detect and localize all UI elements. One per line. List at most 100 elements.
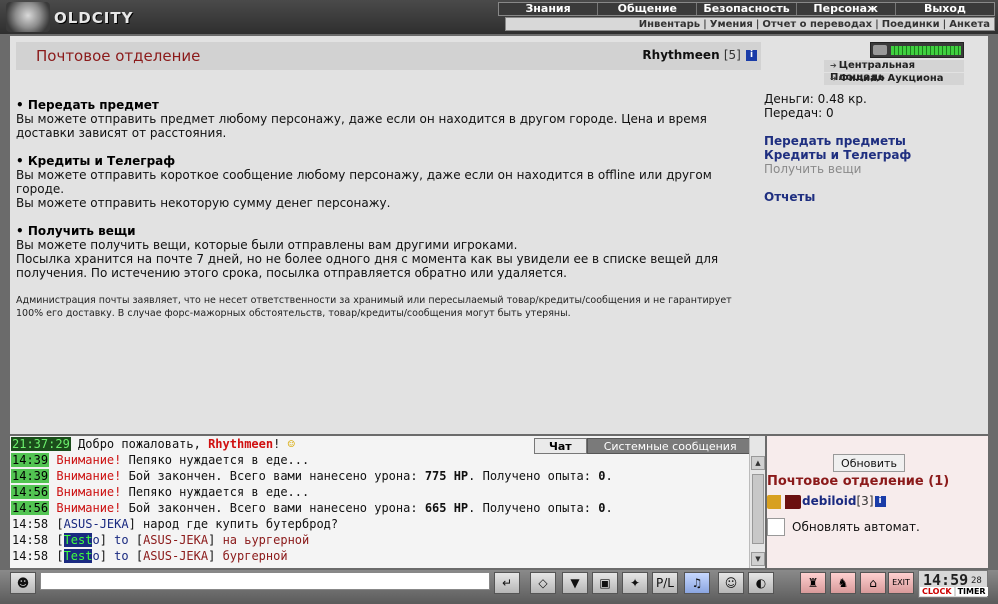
subnav-inventory[interactable]: Инвентарь: [639, 19, 700, 30]
chat-text: !: [273, 437, 288, 451]
auto-refresh-checkbox[interactable]: [767, 518, 785, 536]
bottom-toolbar: ☻ ↵ ◇ ▼ ▣ ✦ P/L ♫ ☺ ◐ ♜ ♞ ⌂ EXIT 14:59 2…: [0, 570, 998, 604]
subnav-duels[interactable]: Поединки: [882, 19, 940, 30]
info-icon[interactable]: i: [746, 50, 757, 61]
eraser-icon[interactable]: ◇: [530, 572, 556, 594]
location-auction-branch[interactable]: Филиал Аукциона: [824, 73, 964, 85]
chat-scrollbar[interactable]: ▲ ▼: [749, 436, 765, 568]
chat-text: Пепяко нуждается в еде...: [121, 485, 310, 499]
auto-refresh-option[interactable]: Обновлять автомат.: [767, 518, 920, 536]
nav-communication[interactable]: Общение: [597, 3, 696, 15]
chat-timestamp[interactable]: 14:56: [11, 501, 50, 515]
chat-text: Бой закончен. Всего вами нанесено урона:: [121, 501, 425, 515]
chat-input[interactable]: [40, 572, 490, 590]
room-title: Почтовое отделение (1): [767, 474, 950, 489]
lock-icon[interactable]: ⌂: [860, 572, 886, 594]
transfers-value: Передач: 0: [764, 106, 834, 120]
chat-username[interactable]: ASUS-JEKA: [143, 533, 208, 547]
chat-message: 14:56 Внимание! Бой закончен. Всего вами…: [11, 500, 747, 516]
helmet-icon[interactable]: ◐: [748, 572, 774, 594]
pl-toggle-button[interactable]: P/L: [652, 572, 678, 594]
chat-message: 14:56 Внимание! Пепяко нуждается в еде..…: [11, 484, 747, 500]
credits-telegraph-link[interactable]: Кредиты и Телеграф: [764, 148, 911, 162]
room-user[interactable]: debiloid[3] i: [767, 494, 886, 509]
chat-username[interactable]: Rhythmeen: [208, 437, 273, 451]
refresh-button[interactable]: Обновить: [833, 454, 905, 472]
scroll-down-icon[interactable]: ▼: [751, 552, 765, 566]
filter-icon[interactable]: ▼: [562, 572, 588, 594]
chat-timestamp[interactable]: 14:58: [11, 517, 49, 531]
scroll-up-icon[interactable]: ▲: [751, 456, 765, 470]
logo-text: OLDCITY: [54, 9, 134, 27]
chat-timestamp[interactable]: 14:58: [11, 533, 49, 547]
chat-timestamp[interactable]: 14:58: [11, 549, 49, 563]
room-user-name[interactable]: debiloid: [802, 494, 857, 508]
nav-security[interactable]: Безопасность: [696, 3, 795, 15]
location-compass[interactable]: [870, 42, 964, 58]
chat-timestamp[interactable]: 14:56: [11, 485, 50, 499]
exit-button[interactable]: EXIT: [888, 572, 914, 594]
chat-username[interactable]: Test: [63, 549, 93, 563]
auto-refresh-label: Обновлять автомат.: [792, 520, 920, 534]
sub-nav: Инвентарь | Умения | Отчет о переводах | По…: [505, 17, 995, 31]
nav-character[interactable]: Персонаж: [795, 3, 895, 15]
scroll-thumb[interactable]: [752, 474, 764, 544]
chat-text: to: [114, 533, 129, 547]
chat-message: 14:58 [Testo] to [ASUS-JEKA] на ьургерно…: [11, 532, 747, 548]
chat-username[interactable]: ASUS-JEKA: [64, 517, 129, 531]
subnav-skills[interactable]: Умения: [710, 19, 753, 30]
knight-icon[interactable]: ♞: [830, 572, 856, 594]
chat-username[interactable]: o: [92, 549, 99, 563]
page-title: Почтовое отделение: [36, 47, 201, 65]
chat-text: to: [114, 549, 129, 563]
chat-username[interactable]: бургерной: [223, 549, 288, 563]
send-icon[interactable]: ↵: [494, 572, 520, 594]
chat-text: .: [605, 469, 613, 483]
section-text: Вы можете отправить короткое сообщение л…: [16, 168, 712, 196]
info-icon[interactable]: i: [874, 496, 886, 507]
tab-system-messages[interactable]: Системные сообщения: [586, 438, 754, 454]
player-name[interactable]: Rhythmeen: [642, 48, 719, 62]
section-text: Вы можете отправить предмет любому персо…: [16, 112, 707, 140]
location-central-square[interactable]: Центральная Площадь: [824, 60, 964, 83]
chat-text: .: [605, 501, 613, 515]
clock-widget: 14:59 28 CLOCK TIMER: [918, 570, 988, 598]
clock-seconds: 28: [971, 576, 982, 586]
chat-timestamp[interactable]: 14:39: [11, 469, 50, 483]
nav-knowledge[interactable]: Знания: [499, 3, 597, 15]
nav-exit[interactable]: Выход: [894, 3, 994, 15]
subnav-transfer-report[interactable]: Отчет о переводах: [762, 19, 872, 30]
chat-message: 14:58 [ASUS-JEKA] народ где купить бутер…: [11, 516, 747, 532]
music-icon[interactable]: ♫: [684, 572, 710, 594]
post-actions: Передать предметы Кредиты и Телеграф Пол…: [764, 134, 911, 204]
chat-username[interactable]: Test: [63, 533, 93, 547]
logo[interactable]: OLDCITY: [6, 2, 156, 32]
chat-text: ]: [99, 533, 115, 547]
chat-username[interactable]: на ьургерной: [223, 533, 310, 547]
chat-text: [: [49, 517, 64, 531]
chat-text: . Получено опыта:: [468, 469, 599, 483]
section-heading: • Получить вещи: [16, 224, 136, 238]
chat-username[interactable]: o: [92, 533, 99, 547]
section-get-items: • Получить вещи Вы можете получить вещи,…: [16, 224, 756, 280]
give-items-link[interactable]: Передать предметы: [764, 134, 911, 148]
section-credits-telegraph: • Кредиты и Телеграф Вы можете отправить…: [16, 154, 756, 210]
reports-link[interactable]: Отчеты: [764, 190, 911, 204]
chat-timestamp[interactable]: 21:37:29: [11, 437, 71, 451]
tab-chat[interactable]: Чат: [534, 438, 587, 454]
chat-mode-icon[interactable]: ☻: [10, 572, 36, 594]
main-nav: Знания Общение Безопасность Персонаж Вых…: [498, 2, 995, 16]
chat-timestamp[interactable]: 14:39: [11, 453, 50, 467]
smiley-icon[interactable]: ☺: [718, 572, 744, 594]
subnav-profile[interactable]: Анкета: [949, 19, 990, 30]
map-icon: [873, 45, 887, 55]
emote-icon[interactable]: ✦: [622, 572, 648, 594]
bag-icon[interactable]: ♜: [800, 572, 826, 594]
clock-mode-button[interactable]: CLOCK: [920, 587, 954, 596]
timer-mode-button[interactable]: TIMER: [955, 587, 988, 596]
chat-text: [: [49, 533, 64, 547]
save-icon[interactable]: ▣: [592, 572, 618, 594]
chat-messages: 21:37:29 Добро пожаловать, Rhythmeen! ☺ 1…: [11, 436, 747, 564]
chat-text: Внимание!: [49, 453, 122, 467]
chat-username[interactable]: ASUS-JEKA: [143, 549, 208, 563]
